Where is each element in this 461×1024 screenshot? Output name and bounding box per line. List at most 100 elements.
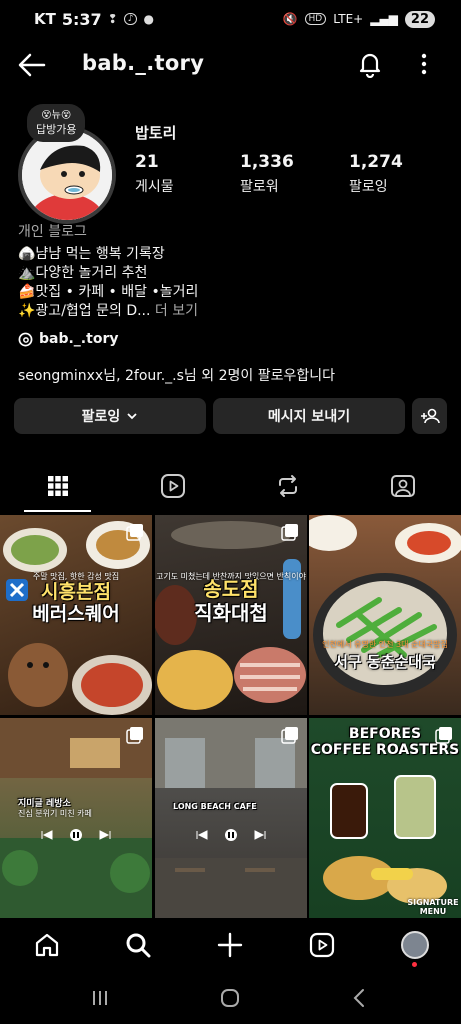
back-arrow-icon[interactable] [18,52,46,78]
following-button[interactable]: 팔로잉 [14,398,206,434]
carousel-icon [435,727,452,744]
post-title: 시흥본점 베러스퀘어 [0,581,152,625]
stat-label: 팔로잉 [349,179,388,195]
stat-value: 21 [135,152,159,172]
reels-icon [160,474,185,498]
bio-line-last: ✨광고/협업 문의 D... 더 보기 [18,302,198,321]
status-bar: KT 5:37 ❢ ♪ ● 🔇 HD LTE+ ▂▄▆ 22 [0,0,461,38]
post-title: LONG BEACH CAFE [173,802,293,811]
note-line-2: 답방가용 [36,123,77,136]
battery-indicator: 22 [404,10,435,28]
avatar-image [22,130,112,220]
reposts-icon [278,475,297,497]
post-title: 송도점 직화대첩 [155,577,307,625]
nav-home[interactable] [32,930,62,960]
nav-profile[interactable] [400,930,430,960]
stat-label: 게시물 [135,179,174,195]
post-title-line: 송도점 [203,577,259,601]
post-title-line: 지미글 레방소 [18,799,71,809]
stat-value: 1,274 [349,152,403,172]
system-navigation-bar [0,972,461,1024]
food-photo-icon [309,515,461,697]
tab-reposts[interactable] [230,460,345,512]
post-caption: 진심 분위기 미친 카페 [18,809,92,818]
message-button-label: 메시지 보내기 [267,409,351,425]
notification-icon: ❢ [107,12,118,26]
plus-icon [217,932,243,958]
hd-icon: HD [304,13,327,25]
post-thumbnail[interactable]: 주말 맛집, 핫한 감성 맛집 시흥본점 베러스퀘어 [0,515,152,715]
threads-handle: bab._.tory [39,331,119,347]
threads-link[interactable]: bab._.tory [18,331,118,347]
cafe-photo-icon [155,718,307,918]
post-thumbnail[interactable]: LONG BEACH CAFE [155,718,307,918]
post-title-line: 직화대첩 [194,601,268,625]
bottom-navigation [0,918,461,972]
bio-line: ✨광고/협업 문의 D... [18,303,151,319]
home-button-icon[interactable] [218,986,242,1010]
stat-value: 1,336 [240,152,294,172]
post-title: 지미글 레방소 [18,796,138,809]
nav-create[interactable] [215,930,245,960]
post-title-line: 베러스퀘어 [32,603,120,625]
bio-line: ⛰️다양한 놀거리 추천 [18,265,148,281]
posts-count[interactable]: 21 게시물 [135,152,174,196]
notification-dot [412,962,417,967]
stat-label: 팔로워 [240,179,279,195]
post-thumbnail[interactable]: BEFORES COFFEE ROASTERS SIGNATURE MENU [309,718,461,918]
suggested-users-button[interactable] [412,398,447,434]
profile-tabs [0,460,461,512]
tab-tagged[interactable] [345,460,460,512]
post-title-line: LONG BEACH CAFE [173,802,257,811]
nav-search[interactable] [123,930,153,960]
add-user-icon [420,408,440,424]
carousel-icon [281,727,298,744]
mute-icon: 🔇 [282,12,298,26]
bio-line: 🍙냠냠 먹는 행복 기록장 [18,246,165,262]
post-title-line: 시흥본점 [41,581,111,603]
app-notification-icon: ♪ [123,13,138,25]
post-title: 서구 동춘순대국 [309,653,461,671]
bell-icon[interactable] [356,50,384,78]
carrier-label: KT [34,10,56,28]
profile-category: 개인 블로그 [18,224,87,240]
following-button-label: 팔로잉 [81,409,121,425]
more-options-icon[interactable] [416,51,432,77]
post-thumbnail[interactable]: 고기도 미쳤는데 반찬까지 맛있으면 반칙이야 송도점 직화대첩 [155,515,307,715]
carousel-icon [126,727,143,744]
cartoon-avatar-icon [22,130,112,220]
tagged-icon [390,475,415,497]
carousel-icon [281,524,298,541]
chevron-down-icon [127,413,137,420]
media-controls-icon [41,829,111,841]
followers-count[interactable]: 1,336 팔로워 [240,152,294,196]
post-caption: SIGNATURE MENU [407,898,459,916]
post-thumbnail[interactable]: 진심 분위기 미친 카페 지미글 레방소 [0,718,152,918]
followed-by-text[interactable]: seongminxx님, 2four._.s님 외 2명이 팔로우합니다 [18,365,335,385]
recent-apps-icon[interactable] [88,986,112,1010]
media-controls-icon [196,829,266,841]
post-caption: 인천에서 유명한 인천 3대 순대국밥집 [322,640,448,649]
signal-icon: ▂▄▆ [370,12,398,26]
following-count[interactable]: 1,274 팔로잉 [349,152,403,196]
bio-line: 🍰맛집 • 카페 • 배달 •놀거리 [18,284,199,300]
profile-header: bab._.tory [0,42,461,88]
network-label: LTE+ [333,12,364,26]
post-thumbnail[interactable]: 인천에서 유명한 인천 3대 순대국밥집 서구 동춘순대국 [309,515,461,715]
bio-more-link[interactable]: 더 보기 [150,303,198,319]
home-icon [35,933,59,957]
profile-note[interactable]: 😵뉴😵 답방가용 [27,104,86,142]
threads-icon [18,332,33,346]
nav-reels[interactable] [307,930,337,960]
post-title-line: 서구 동춘순대국 [334,653,436,671]
grid-icon [47,476,68,496]
message-button[interactable]: 메시지 보내기 [213,398,405,434]
note-line-1: 😵뉴😵 [41,110,72,121]
battery-level: 22 [410,11,429,27]
profile-username: bab._.tory [82,51,205,75]
back-button-icon[interactable] [348,986,372,1010]
reels-icon [309,932,335,958]
tab-posts[interactable] [0,460,115,512]
tab-reels[interactable] [115,460,230,512]
display-name: 밥토리 [135,124,177,142]
